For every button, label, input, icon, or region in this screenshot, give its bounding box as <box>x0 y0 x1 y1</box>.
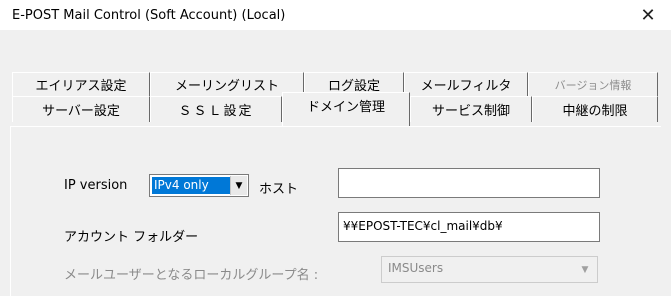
tab-domain-management[interactable]: ドメイン管理 <box>282 92 410 126</box>
close-icon: ✕ <box>640 4 656 26</box>
host-label: ホスト <box>259 182 299 197</box>
local-group-value: IMSUsers <box>388 261 444 275</box>
account-folder-input[interactable]: ¥¥EPOST-TEC¥cl_mail¥db¥ <box>338 212 600 242</box>
tab-service-control[interactable]: サービス制御 <box>410 96 532 122</box>
close-button[interactable]: ✕ <box>625 0 671 30</box>
tab-label: エイリアス設定 <box>35 79 127 94</box>
host-input[interactable] <box>338 168 600 198</box>
chevron-down-icon: ▼ <box>581 264 589 275</box>
window-title: E-POST Mail Control (Soft Account) (Loca… <box>12 8 286 23</box>
title-bar: E-POST Mail Control (Soft Account) (Loca… <box>0 0 671 30</box>
tab-label: メーリングリスト <box>174 79 279 94</box>
tab-label: サービス制御 <box>431 104 510 119</box>
tab-mailing-list[interactable]: メーリングリスト <box>150 72 304 96</box>
tab-relay-restrictions[interactable]: 中継の制限 <box>532 96 658 122</box>
tab-label: ＳＳＬ設定 <box>178 104 254 119</box>
tab-label: 中継の制限 <box>562 104 628 119</box>
local-group-select[interactable]: IMSUsers ▼ <box>381 256 598 283</box>
chevron-down-icon: ▼ <box>230 176 247 195</box>
ip-version-select[interactable]: IPv4 only ▼ <box>149 174 249 197</box>
local-group-label: メールユーザーとなるローカルグループ名 : <box>64 268 319 283</box>
tab-label: メールフィルタ <box>420 79 512 94</box>
tab-strip: エイリアス設定 メーリングリスト ログ設定 メールフィルタ バージョン情報 サー… <box>0 30 671 130</box>
ip-version-value: IPv4 only <box>152 177 230 194</box>
tab-alias-settings[interactable]: エイリアス設定 <box>12 72 150 96</box>
tab-mail-filter[interactable]: メールフィルタ <box>404 72 528 96</box>
tab-server-settings[interactable]: サーバー設定 <box>12 96 150 122</box>
tab-version-info[interactable]: バージョン情報 <box>528 72 658 96</box>
account-folder-label: アカウント フォルダー <box>64 230 199 245</box>
tab-ssl-settings[interactable]: ＳＳＬ設定 <box>150 96 282 122</box>
ip-version-label: IP version <box>64 178 128 193</box>
tab-label: サーバー設定 <box>42 104 120 119</box>
tab-label: ドメイン管理 <box>306 100 385 115</box>
tab-label: バージョン情報 <box>554 78 632 92</box>
